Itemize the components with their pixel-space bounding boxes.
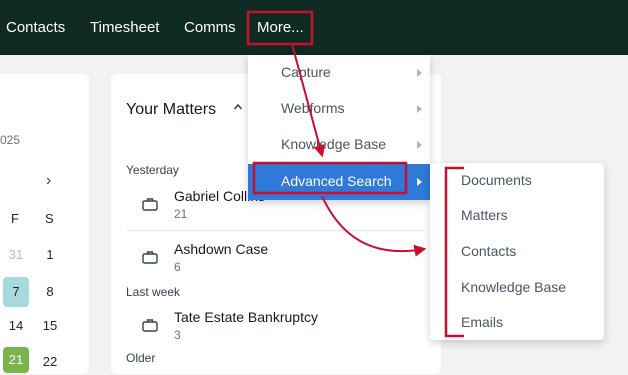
calendar-day-today[interactable]: 21 <box>3 347 29 373</box>
matters-title: Your Matters <box>126 101 217 118</box>
briefcase-icon <box>142 251 158 264</box>
matter-item-count: 6 <box>174 260 181 274</box>
nav-comms[interactable]: Comms <box>184 18 236 38</box>
briefcase-icon <box>142 198 158 211</box>
calendar-day-header: S <box>45 211 54 226</box>
nav-more[interactable]: More... <box>257 18 304 38</box>
menu-item-label: Capture <box>281 64 331 80</box>
matter-item-count: 21 <box>174 207 188 221</box>
calendar-day[interactable]: 1 <box>37 242 63 268</box>
submenu-item-knowledge-base[interactable]: Knowledge Base <box>461 279 566 295</box>
nav-timesheet[interactable]: Timesheet <box>90 18 159 38</box>
group-label-older: Older <box>126 351 156 365</box>
chevron-right-icon <box>417 141 422 149</box>
briefcase-icon <box>142 319 158 332</box>
calendar-year: 025 <box>0 133 21 147</box>
advanced-search-submenu: Documents Matters Contacts Knowledge Bas… <box>430 163 604 340</box>
submenu-item-matters[interactable]: Matters <box>461 207 508 223</box>
calendar-day[interactable]: 14 <box>3 313 29 339</box>
menu-item-label: Webforms <box>281 100 345 116</box>
menu-item-label: Advanced Search <box>281 173 392 189</box>
chevron-right-icon <box>417 178 422 186</box>
divider <box>126 230 426 231</box>
nav-contacts[interactable]: Contacts <box>6 18 65 38</box>
submenu-item-documents[interactable]: Documents <box>461 172 532 188</box>
chevron-right-icon <box>417 69 422 77</box>
chevron-right-icon <box>417 105 422 113</box>
group-label-last-week: Last week <box>126 285 181 299</box>
submenu-item-emails[interactable]: Emails <box>461 314 503 330</box>
matter-item-count: 3 <box>174 328 181 342</box>
calendar-day[interactable]: 22 <box>37 349 63 375</box>
more-dropdown-menu: Capture Webforms Knowledge Base Advanced… <box>248 55 430 200</box>
calendar-day-header: F <box>11 211 19 226</box>
calendar-day[interactable]: 8 <box>37 279 63 305</box>
menu-item-capture[interactable]: Capture <box>248 55 430 91</box>
menu-item-webforms[interactable]: Webforms <box>248 91 430 127</box>
calendar-next-icon[interactable]: › <box>46 172 51 190</box>
top-nav-bar: Contacts Timesheet Comms More... <box>0 0 628 55</box>
menu-item-label: Knowledge Base <box>281 136 387 152</box>
menu-item-knowledge-base[interactable]: Knowledge Base <box>248 127 430 163</box>
chevron-up-icon[interactable] <box>234 103 242 111</box>
submenu-item-contacts[interactable]: Contacts <box>461 243 516 259</box>
menu-item-advanced-search[interactable]: Advanced Search <box>248 164 430 200</box>
matter-item-name[interactable]: Tate Estate Bankruptcy <box>174 309 318 325</box>
calendar-day-selected[interactable]: 7 <box>3 277 29 307</box>
calendar-day[interactable]: 31 <box>3 242 29 268</box>
group-label-yesterday: Yesterday <box>126 163 179 177</box>
calendar-day[interactable]: 15 <box>37 313 63 339</box>
matter-item-name[interactable]: Ashdown Case <box>174 241 268 257</box>
